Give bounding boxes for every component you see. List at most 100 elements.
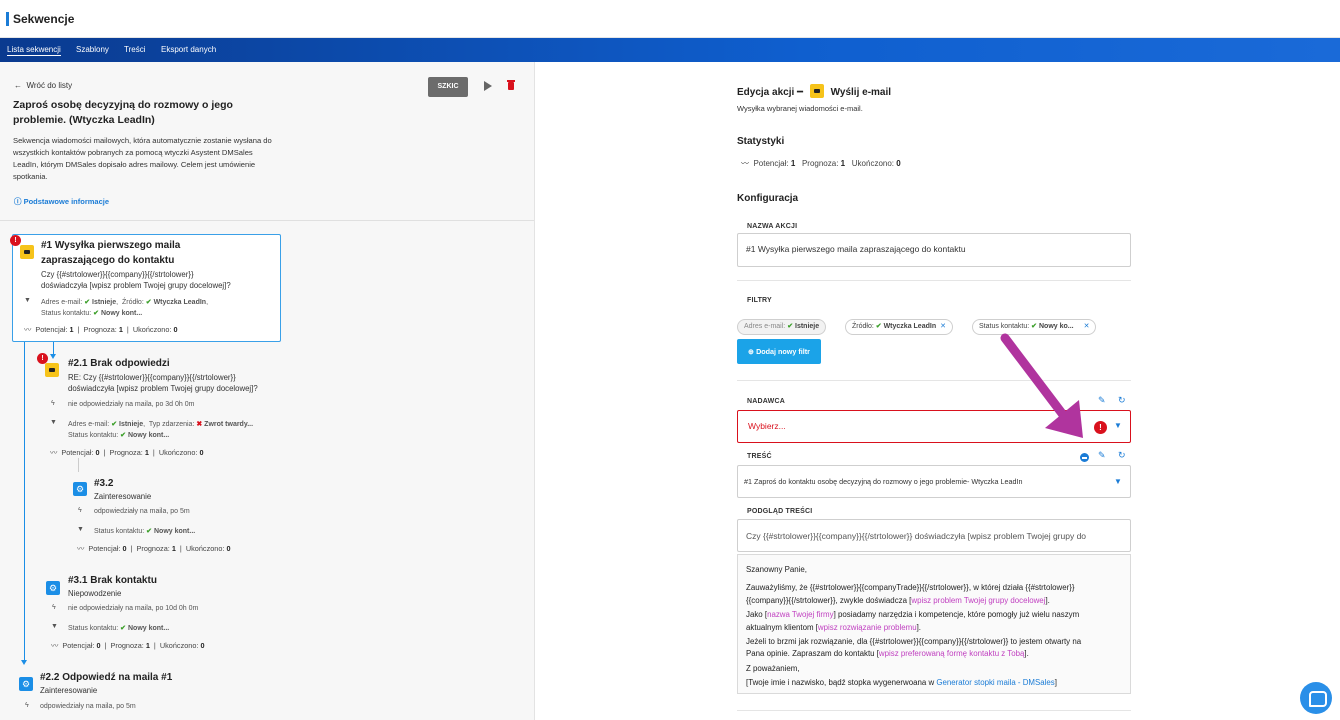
- node-subject-line2: doświadczyła [wpisz problem Twojej grupy…: [41, 281, 231, 290]
- node-stats: 〰 Potencjał: 0 | Prognoza: 1 | Ukończono…: [77, 544, 231, 553]
- bolt-icon: ϟ: [78, 507, 82, 514]
- filters-label: FILTRY: [747, 297, 772, 304]
- node-subtitle: Zainteresowanie: [40, 686, 98, 695]
- title-accent: [6, 12, 9, 26]
- gear-icon: ⚙: [46, 581, 60, 595]
- node-stats: 〰 Potencjał: 0 | Prognoza: 1 | Ukończono…: [51, 641, 205, 650]
- preview-body: Szanowny Panie, Zauważyliśmy, że {{#strt…: [737, 554, 1131, 694]
- tab-tresci[interactable]: Treści: [124, 45, 145, 54]
- tab-eksport-danych[interactable]: Eksport danych: [161, 45, 216, 54]
- preview-paragraph-3: Jeżeli to brzmi jak rozwiązanie, dla {{#…: [746, 637, 1082, 659]
- sequence-panel: ← Wróć do listy SZKIC Zaproś osobę decyz…: [0, 62, 535, 720]
- bolt-icon: ϟ: [51, 400, 55, 407]
- flow-line: [24, 342, 25, 662]
- node-subject-line2: doświadczyła [wpisz problem Twojej grupy…: [68, 384, 258, 393]
- config-title: Konfiguracja: [737, 193, 799, 204]
- preview-paragraph-2: Jako [nazwa Twojej firmy] posiadamy narz…: [746, 610, 1080, 632]
- play-icon[interactable]: [484, 81, 492, 91]
- preview-subject: Czy {{#strtolower}}{{company}}{{/strtolo…: [737, 519, 1131, 552]
- top-bar: Sekwencje: [0, 0, 1340, 38]
- bolt-icon: ϟ: [52, 604, 56, 611]
- warning-icon: !: [10, 235, 21, 246]
- action-card-2-1[interactable]: ! #2.1 Brak odpowiedzi RE: Czy {{#strtol…: [35, 350, 295, 460]
- mail-icon: [45, 363, 59, 377]
- gear-icon: ⚙: [73, 482, 87, 496]
- preview-paragraph-1: Zauważyliśmy, że {{#strtolower}}{{compan…: [746, 583, 1075, 605]
- stats-row: 〰 Potencjał: 1 Prognoza: 1 Ukończono: 0: [741, 159, 901, 168]
- node-condition: odpowiedziały na maila, po 5m: [94, 508, 190, 515]
- signature-link[interactable]: Generator stopki maila - DMSales: [936, 678, 1054, 687]
- chevron-down-icon: ▼: [1114, 421, 1122, 430]
- node-stats: 〰 Potencjał: 1 | Prognoza: 1 | Ukończono…: [24, 325, 178, 334]
- divider: [737, 280, 1131, 281]
- action-card-1[interactable]: ! #1 Wysyłka pierwszego maila zapraszają…: [10, 234, 281, 342]
- tab-szablony[interactable]: Szablony: [76, 45, 109, 54]
- node-filters: Adres e-mail: ✔ Istnieje, Źródło: ✔ Wtyc…: [41, 299, 209, 306]
- chart-icon: 〰: [24, 325, 32, 334]
- edit-icon[interactable]: ✎: [1098, 450, 1106, 461]
- action-card-3-1[interactable]: ⚙ #3.1 Brak kontaktu Niepowodzenie ϟ nie…: [38, 572, 288, 652]
- action-card-3-2[interactable]: ⚙ #3.2 Zainteresowanie ϟ odpowiedziały n…: [65, 472, 295, 553]
- node-title: #2.1 Brak odpowiedzi: [68, 358, 170, 369]
- basic-info-link[interactable]: ⓘ Podstawowe informacje: [14, 196, 109, 207]
- preview-greeting: Szanowny Panie,: [746, 565, 807, 574]
- editor-subtitle: Wysyłka wybranej wiadomości e-mail.: [737, 104, 863, 113]
- node-subject-line1: RE: Czy {{#strtolower}}{{company}}{{/str…: [68, 373, 236, 382]
- mail-icon: [809, 84, 824, 98]
- node-title: #3.1 Brak kontaktu: [68, 575, 157, 586]
- action-name-input[interactable]: #1 Wysyłka pierwszego maila zapraszające…: [737, 233, 1131, 267]
- node-condition: nie odpowiedziały na maila, po 3d 0h 0m: [68, 401, 195, 408]
- main-nav: Lista sekwencji Szablony Treści Eksport …: [0, 38, 1340, 62]
- node-filters-2: Status kontaktu: ✔ Nowy kont...: [68, 432, 170, 439]
- plus-circle-icon: ⊕: [748, 347, 757, 356]
- minus-circle-icon[interactable]: [1080, 453, 1089, 462]
- trash-icon[interactable]: [507, 80, 515, 90]
- back-link[interactable]: ← Wróć do listy: [14, 81, 72, 90]
- arrow-left-icon: ←: [14, 81, 27, 90]
- divider: [0, 220, 534, 221]
- filter-icon: ▼: [50, 419, 57, 426]
- filter-chip-source[interactable]: Źródło: ✔ Wtyczka LeadIn ✕: [845, 319, 953, 335]
- chart-icon: 〰: [51, 641, 59, 650]
- refresh-icon[interactable]: ↻: [1118, 450, 1126, 461]
- edit-icon[interactable]: ✎: [1098, 395, 1106, 406]
- preview-regards: Z poważaniem,: [746, 663, 800, 673]
- add-filter-button[interactable]: ⊕ Dodaj nowy filtr: [737, 339, 821, 364]
- node-subtitle: Niepowodzenie: [68, 589, 122, 598]
- bolt-icon: ϟ: [25, 702, 29, 709]
- node-title: #3.2: [94, 478, 114, 489]
- refresh-icon[interactable]: ↻: [1118, 395, 1126, 406]
- chat-bubble-icon[interactable]: [1300, 682, 1332, 714]
- preview-label: PODGLĄD TREŚCI: [747, 508, 813, 515]
- sequence-title: Zaproś osobę decyzyjną do rozmowy o jego…: [13, 99, 233, 126]
- filter-chip-email[interactable]: Adres e-mail: ✔ Istnieje: [737, 319, 827, 335]
- content-select[interactable]: #1 Zaproś do kontaktu osobę decyzyjną do…: [737, 465, 1131, 498]
- node-stats: 〰 Potencjał: 0 | Prognoza: 1 | Ukończono…: [50, 448, 204, 457]
- node-filters: Adres e-mail: ✔ Istnieje, Typ zdarzenia:…: [68, 421, 254, 428]
- filter-icon: ▼: [51, 623, 58, 630]
- node-condition: nie odpowiedziały na maila, po 10d 0h 0m: [68, 605, 199, 612]
- content-label: TREŚĆ: [747, 453, 772, 460]
- mail-icon: [20, 245, 34, 259]
- annotation-arrow-icon: [1000, 333, 1083, 438]
- filter-icon: ▼: [24, 297, 31, 304]
- flow-line: [78, 458, 79, 472]
- status-badge[interactable]: SZKIC: [428, 77, 468, 97]
- preview-signature: [Twoje imie i nazwisko, bądź stopka wyge…: [746, 678, 1057, 688]
- stats-title: Statystyki: [737, 136, 785, 147]
- name-label: NAZWA AKCJI: [747, 223, 798, 230]
- node-title: #1 Wysyłka pierwszego maila zapraszające…: [41, 240, 181, 266]
- info-icon: ⓘ: [14, 197, 24, 206]
- gear-icon: ⚙: [19, 677, 33, 691]
- node-condition: odpowiedziały na maila, po 5m: [40, 703, 136, 710]
- tab-lista-sekwencji[interactable]: Lista sekwencji: [7, 45, 61, 56]
- chart-icon: 〰: [50, 448, 58, 457]
- node-title: #2.2 Odpowiedź na maila #1: [40, 672, 173, 683]
- page-title: Sekwencje: [13, 12, 75, 26]
- action-card-2-2[interactable]: ⚙ #2.2 Odpowiedź na maila #1 Zainteresow…: [12, 668, 272, 720]
- sequence-description: Sekwencja wiadomości mailowych, która au…: [13, 136, 272, 181]
- node-subject-line1: Czy {{#strtolower}}{{company}}{{/strtolo…: [41, 270, 194, 279]
- filter-icon: ▼: [77, 526, 84, 533]
- node-subtitle: Zainteresowanie: [94, 492, 152, 501]
- error-icon: !: [1094, 421, 1107, 434]
